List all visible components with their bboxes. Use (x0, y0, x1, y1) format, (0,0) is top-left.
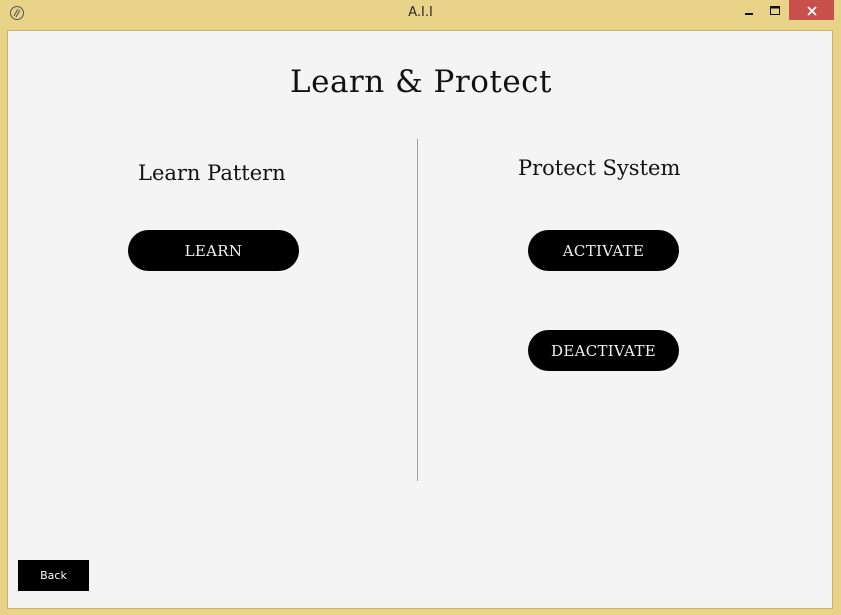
app-window: A.I.I Learn & Protect Learn Pattern LEAR… (0, 0, 841, 615)
minimize-button[interactable] (736, 0, 762, 20)
learn-button[interactable]: LEARN (128, 230, 299, 271)
section-divider (417, 139, 418, 481)
maximize-icon (770, 1, 780, 20)
title-bar[interactable]: A.I.I (0, 0, 841, 28)
deactivate-button[interactable]: DEACTIVATE (528, 330, 679, 371)
activate-button[interactable]: ACTIVATE (528, 230, 679, 271)
window-title: A.I.I (408, 5, 433, 20)
close-icon (806, 1, 817, 20)
page-title: Learn & Protect (290, 64, 552, 100)
main-panel: Learn & Protect Learn Pattern LEARN Prot… (7, 30, 833, 609)
protect-system-heading: Protect System (518, 156, 681, 180)
close-button[interactable] (789, 0, 834, 20)
learn-pattern-heading: Learn Pattern (138, 161, 286, 185)
minimize-icon (744, 1, 754, 20)
back-button[interactable]: Back (18, 560, 89, 591)
maximize-button[interactable] (762, 0, 788, 20)
